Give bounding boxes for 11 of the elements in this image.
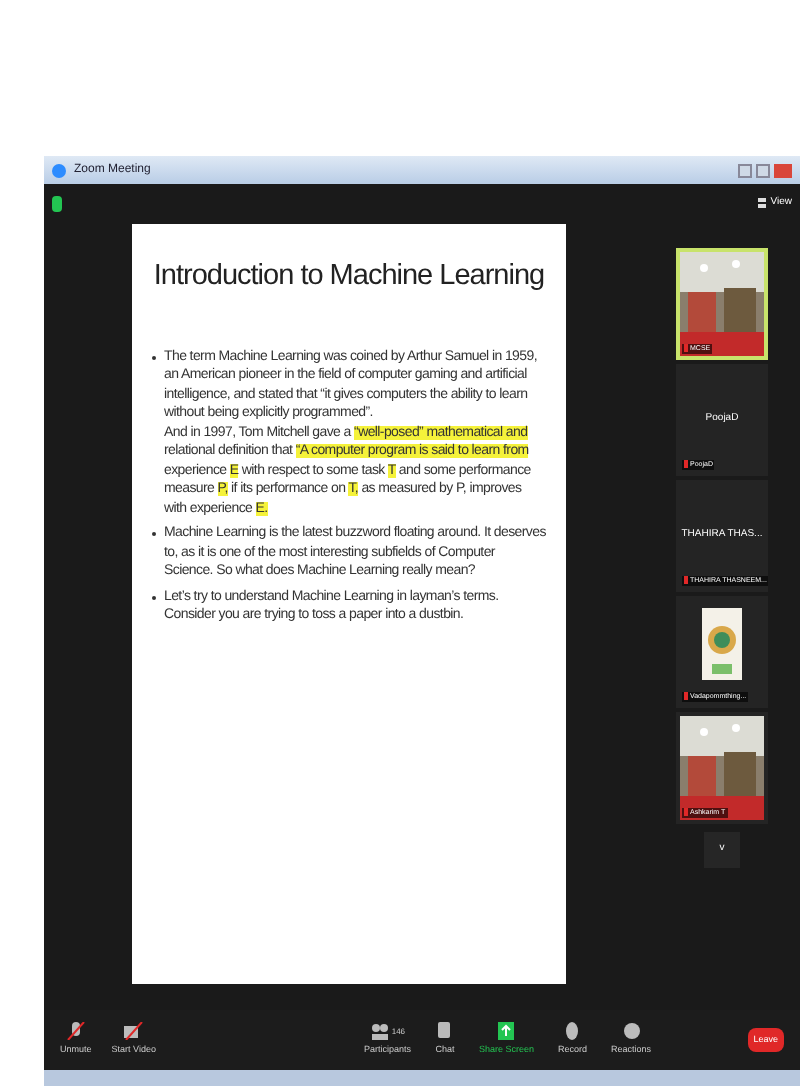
grid-icon	[758, 198, 767, 210]
people-icon	[369, 1022, 390, 1041]
app-icon	[52, 163, 66, 177]
arrow-up-icon	[496, 1022, 517, 1041]
record-icon	[562, 1022, 583, 1041]
close-button[interactable]	[774, 163, 792, 177]
microphone-icon	[65, 1022, 86, 1041]
minimize-button[interactable]	[738, 163, 752, 177]
camera-icon	[123, 1022, 144, 1041]
maximize-button[interactable]	[756, 163, 770, 177]
slide-title: Introduction to Machine Learning	[152, 258, 546, 296]
